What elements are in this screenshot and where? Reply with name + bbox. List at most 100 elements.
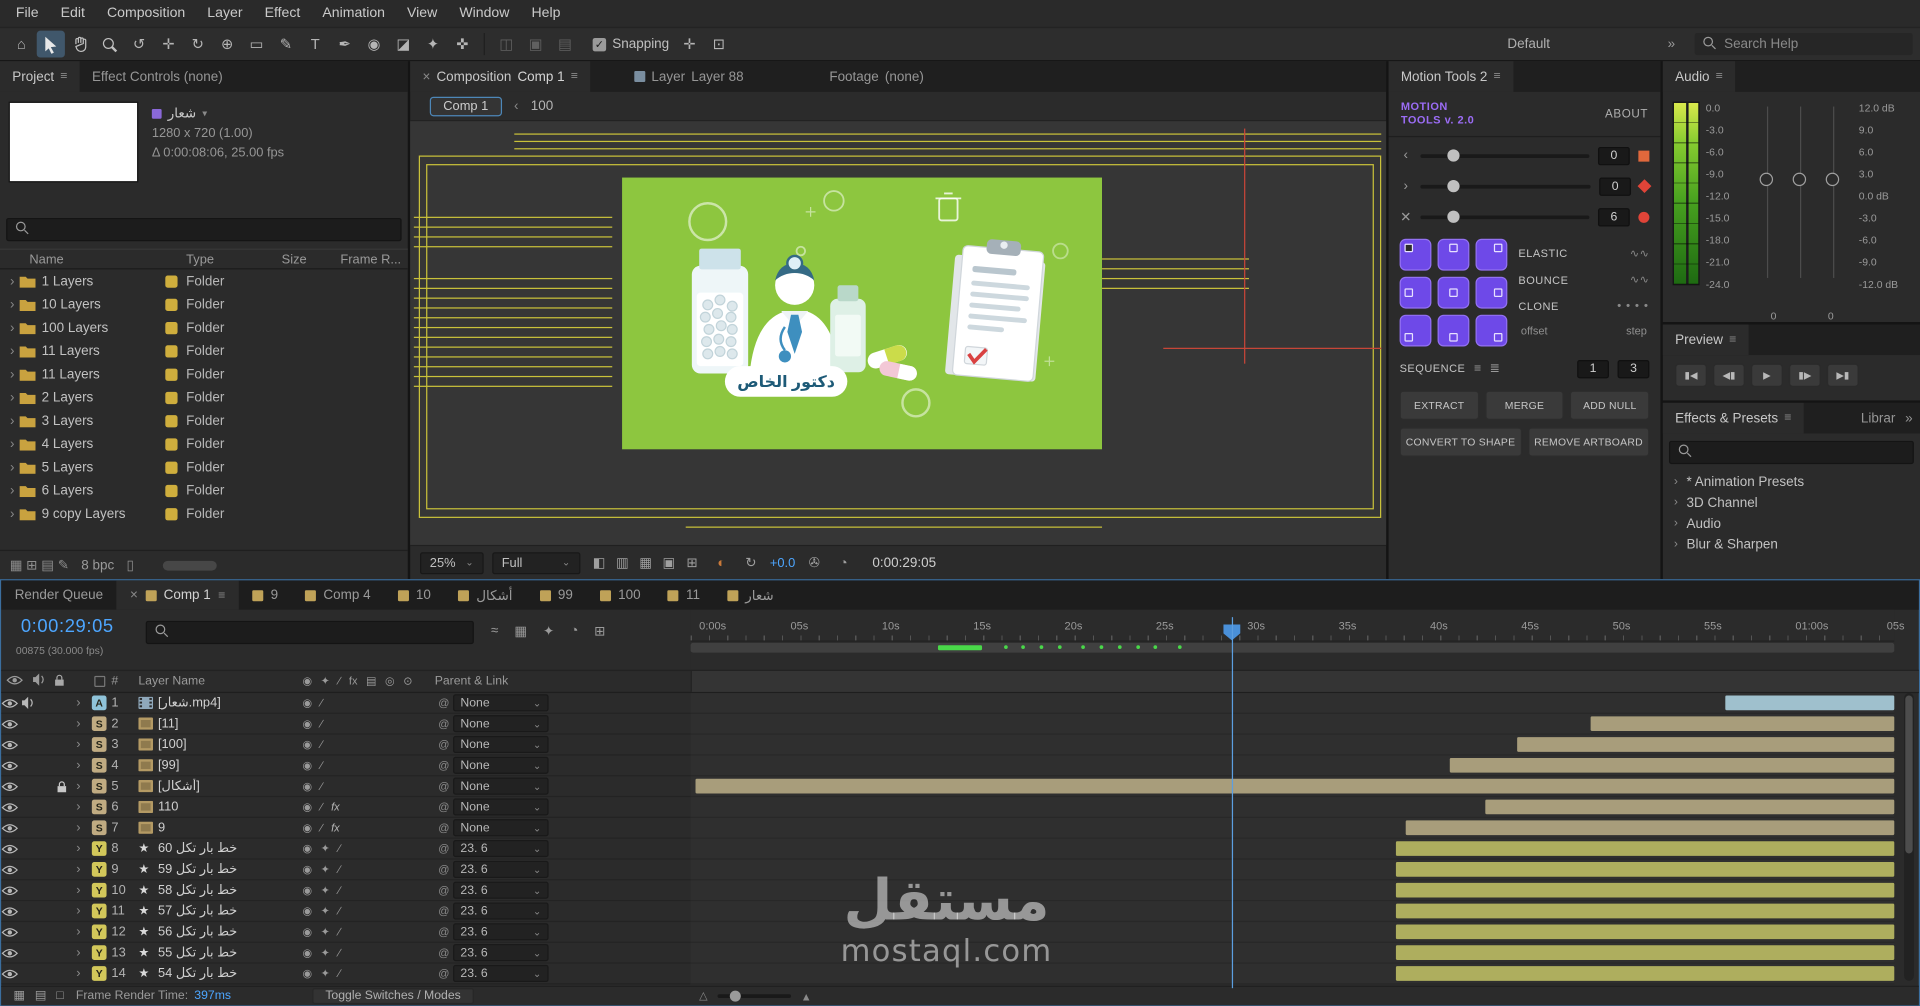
shape-tool-icon[interactable]: ▭ xyxy=(242,31,270,58)
lock-toggle-icon[interactable] xyxy=(53,860,70,880)
orbit-camera-tool-icon[interactable]: ↺ xyxy=(125,31,153,58)
layer-duration-bar[interactable] xyxy=(1517,737,1895,752)
menu-animation[interactable]: Animation xyxy=(311,0,396,27)
toggle-switches-button[interactable]: Toggle Switches / Modes xyxy=(311,988,475,1005)
sequence-mode-icon[interactable]: ≡ xyxy=(1474,362,1481,375)
slider-knob[interactable] xyxy=(1447,210,1460,223)
layer-duration-bar[interactable] xyxy=(1395,903,1895,919)
project-list-item[interactable]: › 100 Layers Folder xyxy=(0,316,408,339)
layer-track[interactable] xyxy=(690,693,1895,714)
project-list-item[interactable]: › 5 Layers Folder xyxy=(0,456,408,479)
remove-artboard-button[interactable]: REMOVE ARTBOARD xyxy=(1527,426,1650,457)
lock-toggle-icon[interactable] xyxy=(53,797,70,817)
pickwhip-icon[interactable]: @ xyxy=(435,738,453,750)
parent-select[interactable]: None ⌄ xyxy=(453,798,549,816)
expand-chevron-icon[interactable]: › xyxy=(70,945,87,960)
rotate-tool-icon[interactable]: ↻ xyxy=(184,31,212,58)
timeline-option-icon[interactable]: ⊞ xyxy=(594,623,605,639)
expand-chevron-icon[interactable]: › xyxy=(70,904,87,919)
pickwhip-icon[interactable]: @ xyxy=(435,718,453,730)
project-footer-icons[interactable]: ▦ ⊞ ▤ ✎ xyxy=(10,557,69,573)
comp-navigator-current[interactable]: Comp 1 xyxy=(429,96,502,116)
layer-track[interactable] xyxy=(690,713,1895,735)
mask-visibility-icon[interactable]: ▦ xyxy=(635,555,656,571)
tab-effect-controls[interactable]: Effect Controls (none) xyxy=(80,61,235,92)
grid-guides-icon[interactable]: ⊞ xyxy=(682,555,703,571)
project-list-item[interactable]: › 10 Layers Folder xyxy=(0,293,408,316)
label-color-swatch[interactable] xyxy=(165,344,178,357)
audio-toggle-icon[interactable] xyxy=(18,756,35,776)
project-column-headers[interactable]: Name Type Size Frame R... xyxy=(0,248,408,270)
project-list-item[interactable]: › 11 Layers Folder xyxy=(0,362,408,385)
quality-switch-icon[interactable]: ◉ xyxy=(302,696,312,709)
solo-toggle[interactable] xyxy=(36,964,53,984)
menu-window[interactable]: Window xyxy=(448,0,520,27)
roto-brush-tool-icon[interactable]: ✦ xyxy=(419,31,447,58)
lock-toggle-icon[interactable] xyxy=(53,922,70,942)
timeline-zoom-controls[interactable]: △ ▲ xyxy=(699,989,811,1002)
pickwhip-icon[interactable]: @ xyxy=(435,967,453,979)
solo-toggle[interactable] xyxy=(36,880,53,900)
layer-label-color[interactable]: Y xyxy=(91,882,107,898)
lock-toggle-icon[interactable] xyxy=(53,880,70,900)
layer-name[interactable]: خط بار تكل 57 xyxy=(158,904,302,919)
collapse-switch-icon[interactable]: ✦ xyxy=(321,883,330,896)
layer-duration-bar[interactable] xyxy=(1395,945,1895,960)
fader-knob[interactable] xyxy=(1825,172,1840,187)
anchor-button-br[interactable] xyxy=(1475,314,1508,346)
sequence-mode-icon[interactable]: ≣ xyxy=(1490,362,1500,375)
snapshot-icon[interactable]: ✇ xyxy=(804,555,825,571)
elastic-button[interactable]: ELASTIC xyxy=(1518,248,1567,260)
expand-chevron-icon[interactable]: › xyxy=(70,924,87,939)
expand-chevron-icon[interactable]: › xyxy=(0,320,20,335)
view-layout-icon[interactable]: ▣ xyxy=(658,555,679,571)
expand-chevron-icon[interactable]: › xyxy=(0,390,20,405)
layer-name[interactable]: خط بار تكل 55 xyxy=(158,945,302,960)
parent-select[interactable]: 23. 6 ⌄ xyxy=(453,902,549,920)
expand-chevron-icon[interactable]: › xyxy=(70,820,87,835)
lock-toggle-icon[interactable] xyxy=(53,818,70,838)
expand-chevron-icon[interactable]: › xyxy=(70,862,87,877)
audio-toggle-icon[interactable] xyxy=(18,964,35,984)
layer-label-color[interactable]: Y xyxy=(91,862,107,877)
tab-project[interactable]: Project ≡ xyxy=(0,61,80,92)
snapping-checkbox-icon[interactable]: ✓ xyxy=(592,37,607,51)
pickwhip-icon[interactable]: @ xyxy=(435,780,453,792)
pickwhip-icon[interactable]: @ xyxy=(435,926,453,938)
tab-footage[interactable]: Footage (none) xyxy=(817,61,936,92)
lock-toggle-icon[interactable] xyxy=(53,693,70,713)
reset-exposure-icon[interactable]: ↻ xyxy=(740,555,761,571)
menu-view[interactable]: View xyxy=(396,0,448,27)
expand-chevron-icon[interactable]: › xyxy=(0,506,20,521)
tab-composition[interactable]: × Composition Comp 1 ≡ xyxy=(410,61,591,92)
workspace-selector[interactable]: Default xyxy=(1507,37,1550,52)
project-list-item[interactable]: › 6 Layers Folder xyxy=(0,479,408,502)
quality-switch-icon[interactable]: ◉ xyxy=(302,717,312,730)
chevron-right-icon[interactable]: › xyxy=(1674,475,1678,488)
fx-badge[interactable]: fx xyxy=(331,801,340,813)
switch-slash-icon[interactable]: ∕ xyxy=(338,926,340,938)
effects-category[interactable]: › Blur & Sharpen xyxy=(1663,534,1920,555)
expand-chevron-icon[interactable]: › xyxy=(70,779,87,794)
anchor-button-r[interactable] xyxy=(1475,276,1508,308)
layer-name[interactable]: [11] xyxy=(158,716,302,731)
layer-track[interactable] xyxy=(690,838,1895,860)
layer-name[interactable]: خط بار تكل 59 xyxy=(158,862,302,877)
pickwhip-icon[interactable]: @ xyxy=(435,801,453,813)
menu-file[interactable]: File xyxy=(5,0,50,27)
layer-duration-bar[interactable] xyxy=(1485,799,1895,815)
parent-select[interactable]: 23. 6 ⌄ xyxy=(453,964,549,983)
collapse-switch-icon[interactable]: ✦ xyxy=(321,904,330,917)
visibility-toggle-icon[interactable] xyxy=(1,693,19,713)
switch-slash-icon[interactable]: ∕ xyxy=(321,697,323,709)
audio-toggle-icon[interactable] xyxy=(18,922,35,942)
slider-mode-icon[interactable]: › xyxy=(1400,179,1412,194)
layer-name[interactable]: خط بار تكل 58 xyxy=(158,883,302,898)
lock-toggle-icon[interactable] xyxy=(53,714,70,734)
expand-chevron-icon[interactable]: › xyxy=(0,343,20,358)
tab-motion-tools[interactable]: Motion Tools 2 ≡ xyxy=(1388,61,1513,92)
pan-camera-tool-icon[interactable]: ✛ xyxy=(154,31,182,58)
index-column-header[interactable]: # xyxy=(111,675,138,688)
hand-tool-icon[interactable] xyxy=(66,31,94,58)
last-frame-button[interactable]: ▶▮ xyxy=(1826,363,1859,387)
